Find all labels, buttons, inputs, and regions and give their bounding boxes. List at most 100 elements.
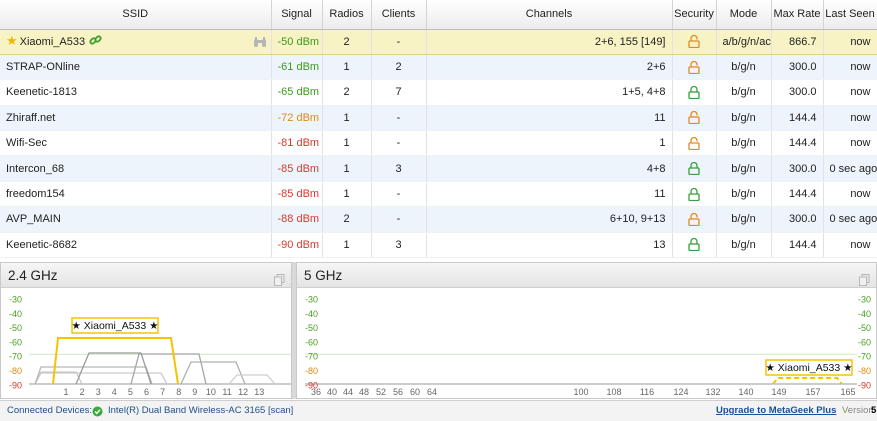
column-header-last-seen[interactable]: Last Seen — [823, 0, 877, 30]
signal-cell: -72 dBm — [271, 105, 323, 132]
channel-curves — [34, 337, 276, 385]
y-tick-label-right: -90 — [858, 380, 871, 390]
table-row[interactable]: STRAP-ONline -61 dBm 1 2 2+6 b/g/n 300.0… — [0, 54, 877, 81]
x-tick-label: 140 — [738, 387, 753, 397]
column-header-radios[interactable]: Radios — [322, 0, 372, 30]
y-tick-label: -40 — [305, 309, 318, 319]
signal-cell: -90 dBm — [271, 232, 323, 259]
max-rate-cell: 866.7 — [771, 29, 824, 55]
upgrade-link[interactable]: Upgrade to MetaGeek Plus — [716, 401, 836, 421]
x-tick-label: 108 — [606, 387, 621, 397]
table-row[interactable]: AVP_MAIN -88 dBm 2 - 6+10, 9+13 b/g/n 30… — [0, 206, 877, 233]
network-table: SSID Signal Radios Clients Channels Secu… — [0, 0, 877, 259]
graph-5ghz[interactable]: -30 -30-40 -40-50 -50-60 -60-70 -70-80 -80-90-… — [297, 289, 876, 399]
signal-cell: -81 dBm — [271, 130, 323, 157]
column-header-mode[interactable]: Mode — [716, 0, 772, 30]
security-cell — [672, 206, 717, 233]
column-header-ssid[interactable]: SSID — [0, 0, 272, 30]
max-rate-cell: 300.0 — [771, 79, 824, 106]
table-row[interactable]: Zhiraff.net -72 dBm 1 - 11 b/g/n 144.4 n… — [0, 105, 877, 132]
radios-cell: 2 — [322, 206, 372, 233]
security-cell — [672, 105, 717, 132]
x-tick-label: 64 — [427, 387, 437, 397]
x-tick-label: 60 — [410, 387, 420, 397]
column-header-signal[interactable]: Signal — [271, 0, 323, 30]
mode-cell: a/b/g/n/ac — [716, 29, 772, 55]
check-circle-icon — [92, 405, 103, 421]
x-tick-label: 48 — [359, 387, 369, 397]
x-axis: 1 2 3 4 5 6 7 8 9 10 11 12 13 — [63, 387, 264, 397]
signal-cell: -61 dBm — [271, 54, 323, 81]
max-rate-cell: 144.4 — [771, 130, 824, 157]
mode-cell: b/g/n — [716, 181, 772, 208]
ssid-cell: freedom154 — [0, 181, 272, 208]
mode-cell: b/g/n — [716, 54, 772, 81]
clients-cell: - — [371, 105, 427, 132]
channels-cell: 1+5, 4+8 — [426, 79, 673, 106]
y-tick-label-right: -80 — [858, 366, 871, 376]
table-row[interactable]: Keenetic-8682 -90 dBm 1 3 13 b/g/n 144.4… — [0, 232, 877, 259]
signal-cell: -85 dBm — [271, 181, 323, 208]
ssid-cell: Intercon_68 — [0, 155, 272, 182]
signal-cell: -50 dBm — [271, 29, 323, 55]
x-tick-label: 3 — [96, 387, 101, 397]
ssid-label-box[interactable]: ★ Xiaomi_A533 ★ — [765, 359, 853, 376]
x-tick-label: 149 — [771, 387, 786, 397]
lock-open-icon — [688, 60, 700, 74]
x-tick-label: 8 — [176, 387, 181, 397]
y-tick-label-right: -30 — [858, 295, 871, 305]
clients-cell: - — [371, 29, 427, 55]
version-number: 5 — [871, 405, 877, 416]
table-row[interactable]: Wifi-Sec -81 dBm 1 - 1 b/g/n 144.4 now — [0, 130, 877, 157]
signal-cell: -65 dBm — [271, 79, 323, 106]
channels-cell: 4+8 — [426, 155, 673, 182]
y-tick-label-right: -50 — [858, 323, 871, 333]
y-axis: -30 -30-40 -40-50 -50-60 -60-70 -70-80 -80-90-… — [305, 295, 871, 391]
x-tick-label: 11 — [222, 387, 231, 397]
signal-cell: -85 dBm — [271, 155, 323, 182]
ssid-cell: Keenetic-1813 — [0, 79, 272, 106]
table-row[interactable]: ★ Xiaomi_A533 -50 dBm 2 - 2+6, 155 [149] … — [0, 29, 877, 55]
table-row[interactable]: Keenetic-1813 -65 dBm 2 7 1+5, 4+8 b/g/n… — [0, 79, 877, 106]
x-tick-label: 6 — [144, 387, 149, 397]
star-icon[interactable]: ★ — [6, 33, 18, 48]
y-tick-label: -80 — [9, 366, 22, 376]
last-seen-cell: now — [823, 232, 877, 259]
channels-cell: 2+6, 155 [149] — [426, 29, 673, 55]
y-tick-label: -30 — [9, 295, 22, 305]
x-tick-label: 4 — [112, 387, 117, 397]
lock-open-icon — [688, 111, 700, 125]
max-rate-cell: 300.0 — [771, 206, 824, 233]
x-tick-label: 1 — [63, 387, 68, 397]
column-header-clients[interactable]: Clients — [371, 0, 427, 30]
network-curve-xiaomi-a533 — [52, 337, 179, 385]
clients-cell: - — [371, 181, 427, 208]
security-cell — [672, 29, 717, 55]
column-header-security[interactable]: Security — [672, 0, 717, 30]
y-tick-label: -70 — [9, 352, 22, 362]
channel-curves — [772, 377, 843, 385]
x-tick-label: 9 — [192, 387, 197, 397]
y-tick-label: -50 — [9, 323, 22, 333]
x-axis: 36 40 44 48 52 56 60 64 100 108 116 124 132 140 149 157… — [311, 387, 856, 397]
x-tick-label: 2 — [80, 387, 85, 397]
x-tick-label: 5 — [128, 387, 133, 397]
last-seen-cell: now — [823, 79, 877, 106]
table-row[interactable]: Intercon_68 -85 dBm 1 3 4+8 b/g/n 300.0 … — [0, 155, 877, 182]
binoculars-icon[interactable] — [253, 36, 267, 51]
panel-title-label: 2.4 GHz — [8, 268, 58, 283]
x-tick-label: 10 — [206, 387, 216, 397]
column-header-max-rate[interactable]: Max Rate — [771, 0, 824, 30]
connected-device-name[interactable]: Intel(R) Dual Band Wireless-AC 3165 [sca… — [108, 401, 293, 421]
ssid-label: Xiaomi_A533 — [19, 36, 86, 49]
graph-2-4ghz[interactable]: -30-40-50-60-70-80-90 1 2 3 4 5 6 7 8 9 10 11 12 13 … — [1, 289, 291, 399]
column-header-channels[interactable]: Channels — [426, 0, 673, 30]
x-tick-label: 44 — [343, 387, 353, 397]
y-tick-label: -40 — [9, 309, 22, 319]
security-cell — [672, 79, 717, 106]
channels-cell: 11 — [426, 181, 673, 208]
table-row[interactable]: freedom154 -85 dBm 1 - 11 b/g/n 144.4 no… — [0, 181, 877, 208]
y-tick-label: -60 — [9, 337, 22, 347]
ssid-label-box[interactable]: ★ Xiaomi_A533 ★ — [71, 317, 159, 334]
x-tick-label: 7 — [160, 387, 165, 397]
